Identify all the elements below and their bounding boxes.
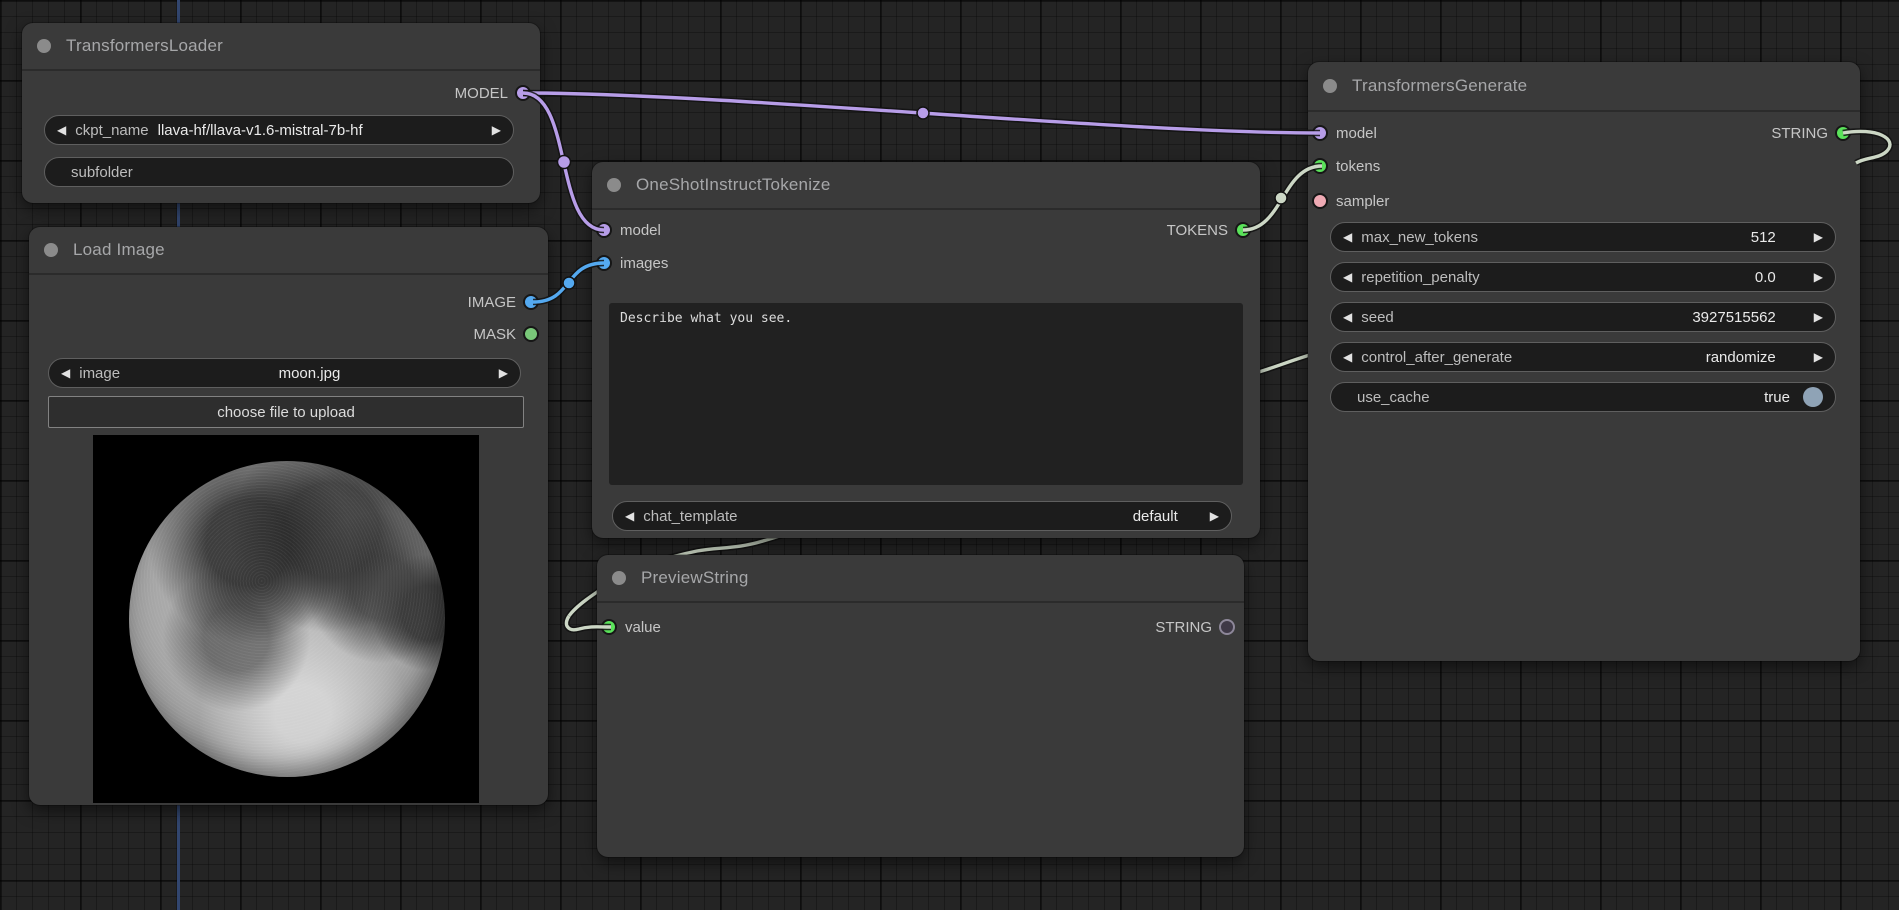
prev-arrow-icon[interactable]: ◀ xyxy=(57,123,66,137)
node-title: TransformersLoader xyxy=(66,36,223,56)
node-preview-string[interactable]: PreviewString value STRING xyxy=(597,555,1244,857)
tokens-socket-icon[interactable] xyxy=(1312,158,1328,174)
widget-subfolder[interactable]: subfolder xyxy=(44,157,514,187)
widget-value: 512 xyxy=(1751,229,1776,246)
widget-ckpt-name[interactable]: ◀ ckpt_name llava-hf/llava-v1.6-mistral-… xyxy=(44,115,514,145)
model-socket-icon[interactable] xyxy=(515,85,531,101)
image-preview xyxy=(93,435,479,803)
widget-label: repetition_penalty xyxy=(1361,269,1479,286)
mask-socket-icon[interactable] xyxy=(523,326,539,342)
image-socket-icon[interactable] xyxy=(523,294,539,310)
output-label: MASK xyxy=(473,326,516,343)
widget-repetition-penalty[interactable]: ◀ repetition_penalty 0.0 ▶ xyxy=(1330,262,1836,292)
output-port-string[interactable]: STRING xyxy=(1308,122,1860,144)
widget-label: use_cache xyxy=(1357,389,1430,406)
link-dot[interactable] xyxy=(563,277,575,289)
output-label: STRING xyxy=(1155,619,1212,636)
input-port-tokens[interactable]: tokens xyxy=(1308,155,1860,177)
node-status-dot xyxy=(612,571,626,585)
input-label: sampler xyxy=(1336,193,1389,210)
input-port-images[interactable]: images xyxy=(592,252,1260,274)
widget-value: randomize xyxy=(1706,349,1776,366)
node-status-dot xyxy=(1323,79,1337,93)
widget-control-after-generate[interactable]: ◀ control_after_generate randomize ▶ xyxy=(1330,342,1836,372)
choose-file-button[interactable]: choose file to upload xyxy=(48,396,524,428)
moon-image xyxy=(129,461,445,777)
prev-arrow-icon[interactable]: ◀ xyxy=(1343,230,1352,244)
widget-value: default xyxy=(1133,508,1178,525)
widget-label: subfolder xyxy=(71,164,133,181)
node-title: OneShotInstructTokenize xyxy=(636,175,831,195)
widget-value: llava-hf/llava-v1.6-mistral-7b-hf xyxy=(158,122,363,139)
next-arrow-icon[interactable]: ▶ xyxy=(1814,350,1823,364)
node-status-dot xyxy=(37,39,51,53)
wire-model-to-generate xyxy=(523,93,1320,133)
node-status-dot xyxy=(44,243,58,257)
prev-arrow-icon[interactable]: ◀ xyxy=(1343,270,1352,284)
widget-use-cache[interactable]: use_cache true xyxy=(1330,382,1836,412)
prompt-textarea[interactable]: Describe what you see. xyxy=(609,303,1243,485)
input-port-sampler[interactable]: sampler xyxy=(1308,190,1860,212)
node-status-dot xyxy=(607,178,621,192)
string-socket-icon[interactable] xyxy=(1835,125,1851,141)
widget-max-new-tokens[interactable]: ◀ max_new_tokens 512 ▶ xyxy=(1330,222,1836,252)
next-arrow-icon[interactable]: ▶ xyxy=(1814,270,1823,284)
node-title-bar[interactable]: TransformersGenerate xyxy=(1308,62,1860,112)
output-label: TOKENS xyxy=(1167,222,1228,239)
sampler-socket-icon[interactable] xyxy=(1312,193,1328,209)
use-cache-toggle[interactable] xyxy=(1803,387,1823,407)
widget-label: chat_template xyxy=(643,508,737,525)
link-dot[interactable] xyxy=(1275,192,1287,204)
string-socket-icon[interactable] xyxy=(1219,619,1235,635)
node-transformers-loader[interactable]: TransformersLoader MODEL ◀ ckpt_name lla… xyxy=(22,23,540,203)
node-title-bar[interactable]: TransformersLoader xyxy=(22,23,540,71)
link-dot[interactable] xyxy=(917,107,929,119)
output-port-model[interactable]: MODEL xyxy=(22,82,540,104)
widget-label: max_new_tokens xyxy=(1361,229,1478,246)
input-label: tokens xyxy=(1336,158,1380,175)
output-label: STRING xyxy=(1771,125,1828,142)
next-arrow-icon[interactable]: ▶ xyxy=(1210,509,1219,523)
images-socket-icon[interactable] xyxy=(596,255,612,271)
next-arrow-icon[interactable]: ▶ xyxy=(1814,230,1823,244)
widget-label: control_after_generate xyxy=(1361,349,1512,366)
output-port-mask[interactable]: MASK xyxy=(29,323,548,345)
node-load-image[interactable]: Load Image IMAGE MASK ◀ image moon.jpg ▶… xyxy=(29,227,548,805)
next-arrow-icon[interactable]: ▶ xyxy=(1814,310,1823,324)
output-port-tokens[interactable]: TOKENS xyxy=(592,219,1260,241)
output-label: IMAGE xyxy=(468,294,516,311)
widget-image-select[interactable]: ◀ image moon.jpg ▶ xyxy=(48,358,521,388)
widget-label: seed xyxy=(1361,309,1394,326)
node-title-bar[interactable]: PreviewString xyxy=(597,555,1244,603)
output-port-string[interactable]: STRING xyxy=(597,616,1244,638)
widget-chat-template[interactable]: ◀ chat_template default ▶ xyxy=(612,501,1232,531)
output-port-image[interactable]: IMAGE xyxy=(29,291,548,313)
widget-value: true xyxy=(1764,389,1790,406)
widget-label: ckpt_name xyxy=(75,122,148,139)
node-title-bar[interactable]: OneShotInstructTokenize xyxy=(592,162,1260,210)
widget-value: 3927515562 xyxy=(1692,309,1775,326)
next-arrow-icon[interactable]: ▶ xyxy=(492,123,501,137)
prev-arrow-icon[interactable]: ◀ xyxy=(61,366,70,380)
prev-arrow-icon[interactable]: ◀ xyxy=(1343,310,1352,324)
node-transformers-generate[interactable]: TransformersGenerate model STRING tokens… xyxy=(1308,62,1860,661)
node-title: Load Image xyxy=(73,240,165,260)
input-label: images xyxy=(620,255,668,272)
node-title: TransformersGenerate xyxy=(1352,76,1527,96)
widget-value: 0.0 xyxy=(1755,269,1776,286)
link-dot[interactable] xyxy=(558,156,571,169)
tokens-socket-icon[interactable] xyxy=(1235,222,1251,238)
node-title: PreviewString xyxy=(641,568,748,588)
node-oneshot-instruct-tokenize[interactable]: OneShotInstructTokenize model images TOK… xyxy=(592,162,1260,538)
node-graph-canvas[interactable]: TransformersLoader MODEL ◀ ckpt_name lla… xyxy=(0,0,1899,910)
next-arrow-icon[interactable]: ▶ xyxy=(499,366,508,380)
widget-seed[interactable]: ◀ seed 3927515562 ▶ xyxy=(1330,302,1836,332)
widget-value: moon.jpg xyxy=(279,365,341,382)
output-label: MODEL xyxy=(455,85,508,102)
node-title-bar[interactable]: Load Image xyxy=(29,227,548,275)
widget-label: image xyxy=(79,365,120,382)
prev-arrow-icon[interactable]: ◀ xyxy=(1343,350,1352,364)
prev-arrow-icon[interactable]: ◀ xyxy=(625,509,634,523)
